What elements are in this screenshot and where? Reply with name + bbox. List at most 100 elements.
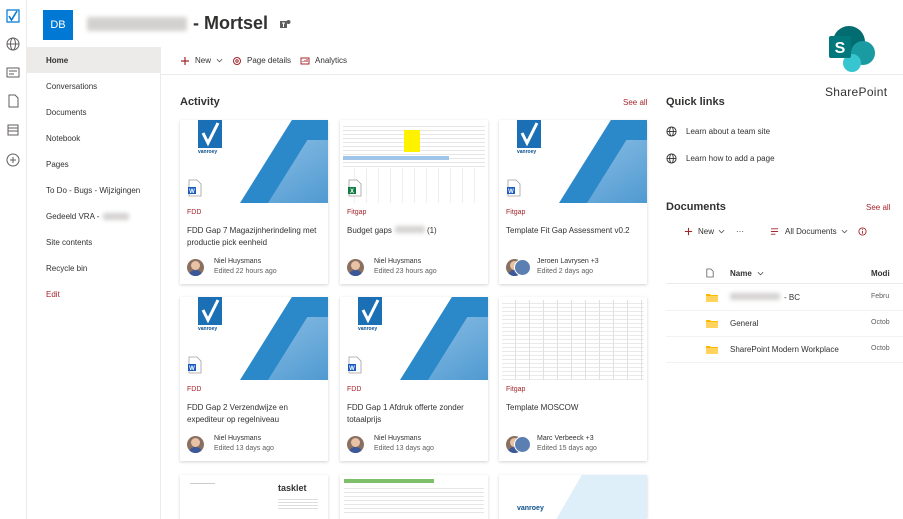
globe-icon[interactable] — [5, 36, 21, 52]
activity-card-partial[interactable]: vanroey — [499, 475, 647, 519]
documents-new-button[interactable]: New — [684, 227, 725, 236]
nav-item-gedeeld[interactable]: Gedeeld VRA - — [27, 203, 160, 229]
vanroey-check-icon — [358, 297, 382, 325]
nav-edit-link[interactable]: Edit — [27, 281, 160, 307]
document-name-text: General — [730, 319, 759, 328]
card-edited: Edited 13 days ago — [214, 445, 274, 452]
card-title-part: (1) — [426, 226, 437, 235]
document-row[interactable]: SharePoint Modern Workplace Octob — [666, 337, 903, 363]
documents-more-button[interactable]: ··· — [736, 227, 744, 236]
card-thumbnail: vanroey — [499, 120, 647, 203]
documents-see-all-link[interactable]: See all — [866, 203, 890, 212]
teams-icon — [280, 19, 291, 28]
analytics-label: Analytics — [315, 56, 348, 65]
plus-icon — [181, 56, 189, 65]
word-icon: W — [507, 179, 521, 197]
activity-card-partial[interactable]: tasklet — [180, 475, 328, 519]
word-icon: W — [188, 179, 202, 197]
card-edited: Edited 13 days ago — [374, 445, 434, 452]
nav-item-todo[interactable]: To Do - Bugs - Wijzigingen — [27, 177, 160, 203]
card-title[interactable]: FDD Gap 2 Verzendwijze en expediteur op … — [187, 402, 323, 426]
card-title[interactable]: FDD Gap 1 Afdruk offerte zonder totaalpr… — [347, 402, 483, 426]
document-name[interactable]: General — [730, 319, 758, 328]
word-icon: W — [348, 356, 362, 374]
nav-item-conversations[interactable]: Conversations — [27, 73, 160, 99]
word-icon: W — [188, 356, 202, 374]
vanroey-logo: vanroey — [358, 326, 378, 332]
sharepoint-label: SharePoint — [825, 85, 888, 99]
nav-item-recycle-bin[interactable]: Recycle bin — [27, 255, 160, 281]
redacted-text — [103, 212, 130, 220]
site-title-text: - Mortsel — [193, 13, 269, 33]
activity-card[interactable]: Fitgap Template MOSCOW Marc Verbeeck +3 Edi… — [499, 297, 647, 461]
analytics-icon — [300, 57, 310, 64]
svg-text:W: W — [349, 366, 355, 372]
quick-link-team-site[interactable]: Learn about a team site — [666, 126, 770, 137]
nav-item-site-contents[interactable]: Site contents — [27, 229, 160, 255]
files-icon[interactable] — [5, 93, 21, 109]
document-name[interactable]: SharePoint Modern Workplace — [730, 345, 839, 354]
left-navigation: Home Conversations Documents Notebook Pa… — [27, 47, 161, 519]
avatar — [187, 259, 204, 276]
column-name-label: Name — [730, 269, 752, 278]
document-name[interactable]: - BC — [730, 293, 800, 302]
card-title[interactable]: Template MOSCOW — [506, 402, 642, 414]
site-title[interactable]: - Mortsel — [87, 13, 291, 34]
activity-card[interactable]: vanroey W FDD FDD Gap 7 Magazijnherindeling… — [180, 120, 328, 284]
card-body: W FDD FDD Gap 1 Afdruk offerte zonder tota… — [340, 356, 488, 461]
nav-item-documents[interactable]: Documents — [27, 99, 160, 125]
document-row[interactable]: General Octob — [666, 311, 903, 337]
vanroey-check-icon — [198, 120, 222, 148]
activity-see-all-link[interactable]: See all — [623, 98, 647, 107]
card-edited: Edited 23 hours ago — [374, 268, 437, 275]
nav-item-home[interactable]: Home — [27, 47, 160, 73]
news-icon[interactable] — [5, 64, 21, 80]
globe-icon — [666, 153, 677, 164]
info-icon[interactable] — [858, 227, 867, 236]
card-title[interactable]: Budget gaps (1) — [347, 225, 483, 237]
vanroey-check-icon — [517, 120, 541, 148]
site-logo[interactable]: DB — [43, 10, 73, 40]
document-name-text: SharePoint Modern Workplace — [730, 345, 839, 354]
new-button[interactable]: New — [180, 56, 223, 66]
vanroey-logo-icon[interactable] — [5, 8, 21, 24]
create-icon[interactable] — [5, 152, 21, 168]
analytics-button[interactable]: Analytics — [300, 56, 347, 66]
lists-icon[interactable] — [5, 122, 21, 138]
file-type-icon[interactable] — [706, 268, 714, 278]
folder-icon — [706, 320, 718, 328]
page-details-label: Page details — [247, 56, 292, 65]
card-body: X Fitgap Budget gaps (1) Niel Huysmans Edited… — [340, 179, 488, 284]
document-row[interactable]: - BC Febru — [666, 285, 903, 311]
document-name-text: - BC — [784, 293, 800, 302]
column-header-modified[interactable]: Modi — [871, 269, 890, 278]
activity-card[interactable]: X Fitgap Budget gaps (1) Niel Huysmans Edited… — [340, 120, 488, 284]
column-header-name[interactable]: Name — [730, 269, 764, 278]
svg-text:W: W — [189, 189, 195, 195]
card-title[interactable]: FDD Gap 7 Magazijnherindeling met produc… — [187, 225, 323, 249]
card-tag: Fitgap — [506, 386, 526, 393]
quick-link-add-page[interactable]: Learn how to add a page — [666, 153, 775, 164]
card-body: W Fitgap Template Fit Gap Assessment v0.2 J… — [499, 179, 647, 284]
card-edited: Edited 15 days ago — [537, 445, 597, 452]
nav-item-notebook[interactable]: Notebook — [27, 125, 160, 151]
activity-card[interactable]: vanroey W FDD FDD Gap 2 Verzendwijze en exp… — [180, 297, 328, 461]
card-person: Marc Verbeeck +3 — [537, 435, 594, 442]
activity-card[interactable]: vanroey W FDD FDD Gap 1 Afdruk offerte zond… — [340, 297, 488, 461]
page-details-button[interactable]: Page details — [232, 56, 291, 66]
activity-card[interactable]: vanroey W Fitgap Template Fit Gap Assessmen… — [499, 120, 647, 284]
card-person: Jeroen Lavrysen +3 — [537, 258, 599, 265]
document-modified: Octob — [871, 345, 890, 352]
documents-view-selector[interactable]: All Documents — [770, 227, 848, 236]
card-title[interactable]: Template Fit Gap Assessment v0.2 — [506, 225, 642, 237]
nav-item-pages[interactable]: Pages — [27, 151, 160, 177]
doc-preview-lines — [190, 483, 215, 503]
globe-icon — [666, 126, 677, 137]
chevron-down-icon — [757, 271, 764, 276]
activity-card-partial[interactable] — [340, 475, 488, 519]
tasklet-logo: tasklet — [278, 483, 307, 493]
thumb-background — [556, 475, 647, 519]
plus-icon — [684, 227, 693, 236]
sheet-preview — [344, 485, 484, 515]
svg-text:X: X — [350, 189, 354, 195]
